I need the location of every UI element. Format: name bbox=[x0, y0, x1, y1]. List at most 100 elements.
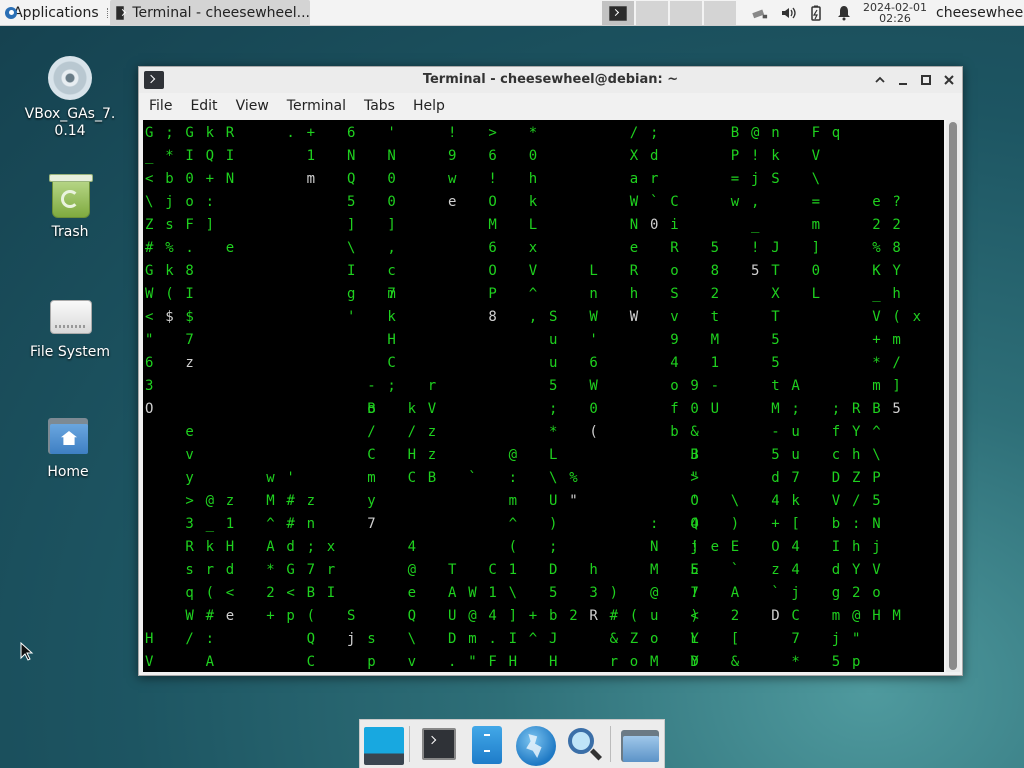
matrix-char: * bbox=[791, 654, 800, 670]
matrix-char: z bbox=[185, 355, 194, 371]
terminal-icon[interactable] bbox=[418, 724, 460, 766]
app-finder-icon[interactable] bbox=[562, 724, 604, 766]
scrollbar-thumb[interactable] bbox=[949, 122, 957, 670]
matrix-char: v bbox=[185, 447, 194, 463]
matrix-char: \ bbox=[872, 447, 881, 463]
matrix-char: C bbox=[791, 608, 800, 624]
matrix-char: ( bbox=[165, 286, 174, 302]
matrix-char: d bbox=[286, 539, 295, 555]
matrix-char: w bbox=[730, 194, 740, 210]
menu-help[interactable]: Help bbox=[403, 98, 453, 114]
matrix-char: F bbox=[811, 125, 821, 141]
matrix-char: / bbox=[367, 424, 376, 440]
matrix-char: M bbox=[771, 401, 780, 417]
matrix-char: 2 bbox=[872, 217, 881, 233]
matrix-char: 4 bbox=[771, 493, 780, 509]
menu-tabs[interactable]: Tabs bbox=[354, 98, 403, 114]
workspace-1[interactable] bbox=[602, 1, 634, 25]
matrix-char: ' bbox=[347, 309, 356, 325]
matrix-char: u bbox=[549, 332, 558, 348]
matrix-char: S bbox=[771, 171, 780, 187]
terminal-output[interactable]: G _ < \ Z # G W < " 6 3 O H V; * b j s% k($ G I 0 o F. 8 I $7 z e v y >3… bbox=[143, 120, 944, 672]
matrix-char: % bbox=[569, 470, 578, 486]
folder-icon[interactable] bbox=[618, 724, 660, 766]
web-browser-icon[interactable] bbox=[514, 724, 556, 766]
desktop-icon-trash[interactable]: Trash bbox=[22, 172, 118, 240]
desktop-icon-file-system[interactable]: File System bbox=[22, 292, 118, 360]
menu-terminal[interactable]: Terminal bbox=[277, 98, 354, 114]
terminal-window[interactable]: Terminal - cheesewheel@debian: ~ File Ed… bbox=[138, 66, 963, 676]
matrix-char: M bbox=[892, 608, 901, 624]
user-menu[interactable]: cheesewheel bbox=[936, 0, 1024, 26]
applications-menu-button[interactable]: Applications bbox=[0, 0, 108, 26]
menu-edit[interactable]: Edit bbox=[180, 98, 225, 114]
matrix-char: * bbox=[549, 424, 558, 440]
volume-icon[interactable] bbox=[780, 5, 796, 21]
matrix-char: R bbox=[589, 608, 598, 624]
matrix-char: k bbox=[387, 309, 396, 325]
network-icon[interactable] bbox=[752, 5, 768, 21]
matrix-char: B bbox=[427, 470, 437, 486]
matrix-char: j bbox=[791, 585, 800, 601]
matrix-char: u bbox=[791, 447, 800, 463]
menu-file[interactable]: File bbox=[139, 98, 180, 114]
matrix-char: _ bbox=[145, 148, 154, 164]
matrix-char: r bbox=[205, 562, 215, 578]
matrix-char: 5 bbox=[771, 447, 780, 463]
matrix-char: W bbox=[589, 309, 598, 325]
close-button[interactable] bbox=[940, 71, 958, 89]
taskbar-terminal-button[interactable]: Terminal - cheesewheel... bbox=[110, 0, 310, 26]
matrix-char: @ bbox=[508, 447, 518, 463]
matrix-char: & bbox=[690, 424, 699, 440]
desktop-icon-vbox-gas[interactable]: VBox_GAs_7. 0.14 bbox=[22, 54, 118, 140]
battery-icon[interactable] bbox=[808, 5, 824, 21]
workspace-4[interactable] bbox=[704, 1, 736, 25]
matrix-char: b bbox=[670, 424, 679, 440]
notification-bell-icon[interactable] bbox=[836, 5, 852, 21]
matrix-char: H bbox=[508, 654, 518, 670]
matrix-char: / bbox=[852, 493, 861, 509]
terminal-scrollbar[interactable] bbox=[946, 120, 960, 672]
desktop-icon-home[interactable]: Home bbox=[20, 412, 116, 480]
menu-view[interactable]: View bbox=[226, 98, 277, 114]
matrix-char: F bbox=[185, 217, 194, 233]
matrix-char: M bbox=[650, 562, 659, 578]
matrix-char: h bbox=[629, 286, 639, 302]
matrix-char: f bbox=[831, 424, 841, 440]
workspace-switcher[interactable] bbox=[602, 0, 738, 26]
matrix-char: ! bbox=[690, 585, 699, 601]
matrix-char: j bbox=[347, 631, 356, 647]
clock[interactable]: 2024-02-01 02:26 bbox=[860, 0, 930, 26]
bottom-dock bbox=[359, 719, 665, 768]
matrix-char: M bbox=[650, 654, 659, 670]
matrix-char: / bbox=[629, 125, 639, 141]
window-titlebar[interactable]: Terminal - cheesewheel@debian: ~ bbox=[139, 67, 962, 93]
matrix-char: O bbox=[488, 194, 497, 210]
matrix-char: ] bbox=[387, 217, 396, 233]
hard-drive-icon bbox=[46, 292, 94, 340]
minimize-button[interactable] bbox=[894, 71, 912, 89]
xfce-logo-icon bbox=[4, 6, 18, 20]
maximize-button[interactable] bbox=[917, 71, 935, 89]
matrix-char: \ bbox=[549, 470, 558, 486]
shade-button[interactable] bbox=[871, 71, 889, 89]
matrix-char: , bbox=[751, 194, 760, 210]
matrix-char: d bbox=[650, 148, 659, 164]
show-desktop-icon[interactable] bbox=[362, 724, 404, 766]
matrix-char: - bbox=[771, 424, 780, 440]
matrix-char: Q bbox=[690, 516, 699, 532]
matrix-char: q bbox=[185, 585, 194, 601]
matrix-char: o bbox=[650, 631, 659, 647]
workspace-2[interactable] bbox=[636, 1, 668, 25]
file-manager-icon[interactable] bbox=[466, 724, 508, 766]
matrix-char: Z bbox=[852, 470, 861, 486]
matrix-char: , bbox=[387, 240, 396, 256]
matrix-char: Y bbox=[690, 654, 699, 670]
workspace-3[interactable] bbox=[670, 1, 702, 25]
matrix-char: D bbox=[448, 631, 457, 647]
matrix-char: j bbox=[690, 539, 699, 555]
matrix-char: V bbox=[528, 263, 538, 279]
matrix-char: 1 bbox=[306, 148, 316, 164]
matrix-char: 9 bbox=[448, 148, 457, 164]
matrix-char: ` bbox=[730, 562, 740, 578]
